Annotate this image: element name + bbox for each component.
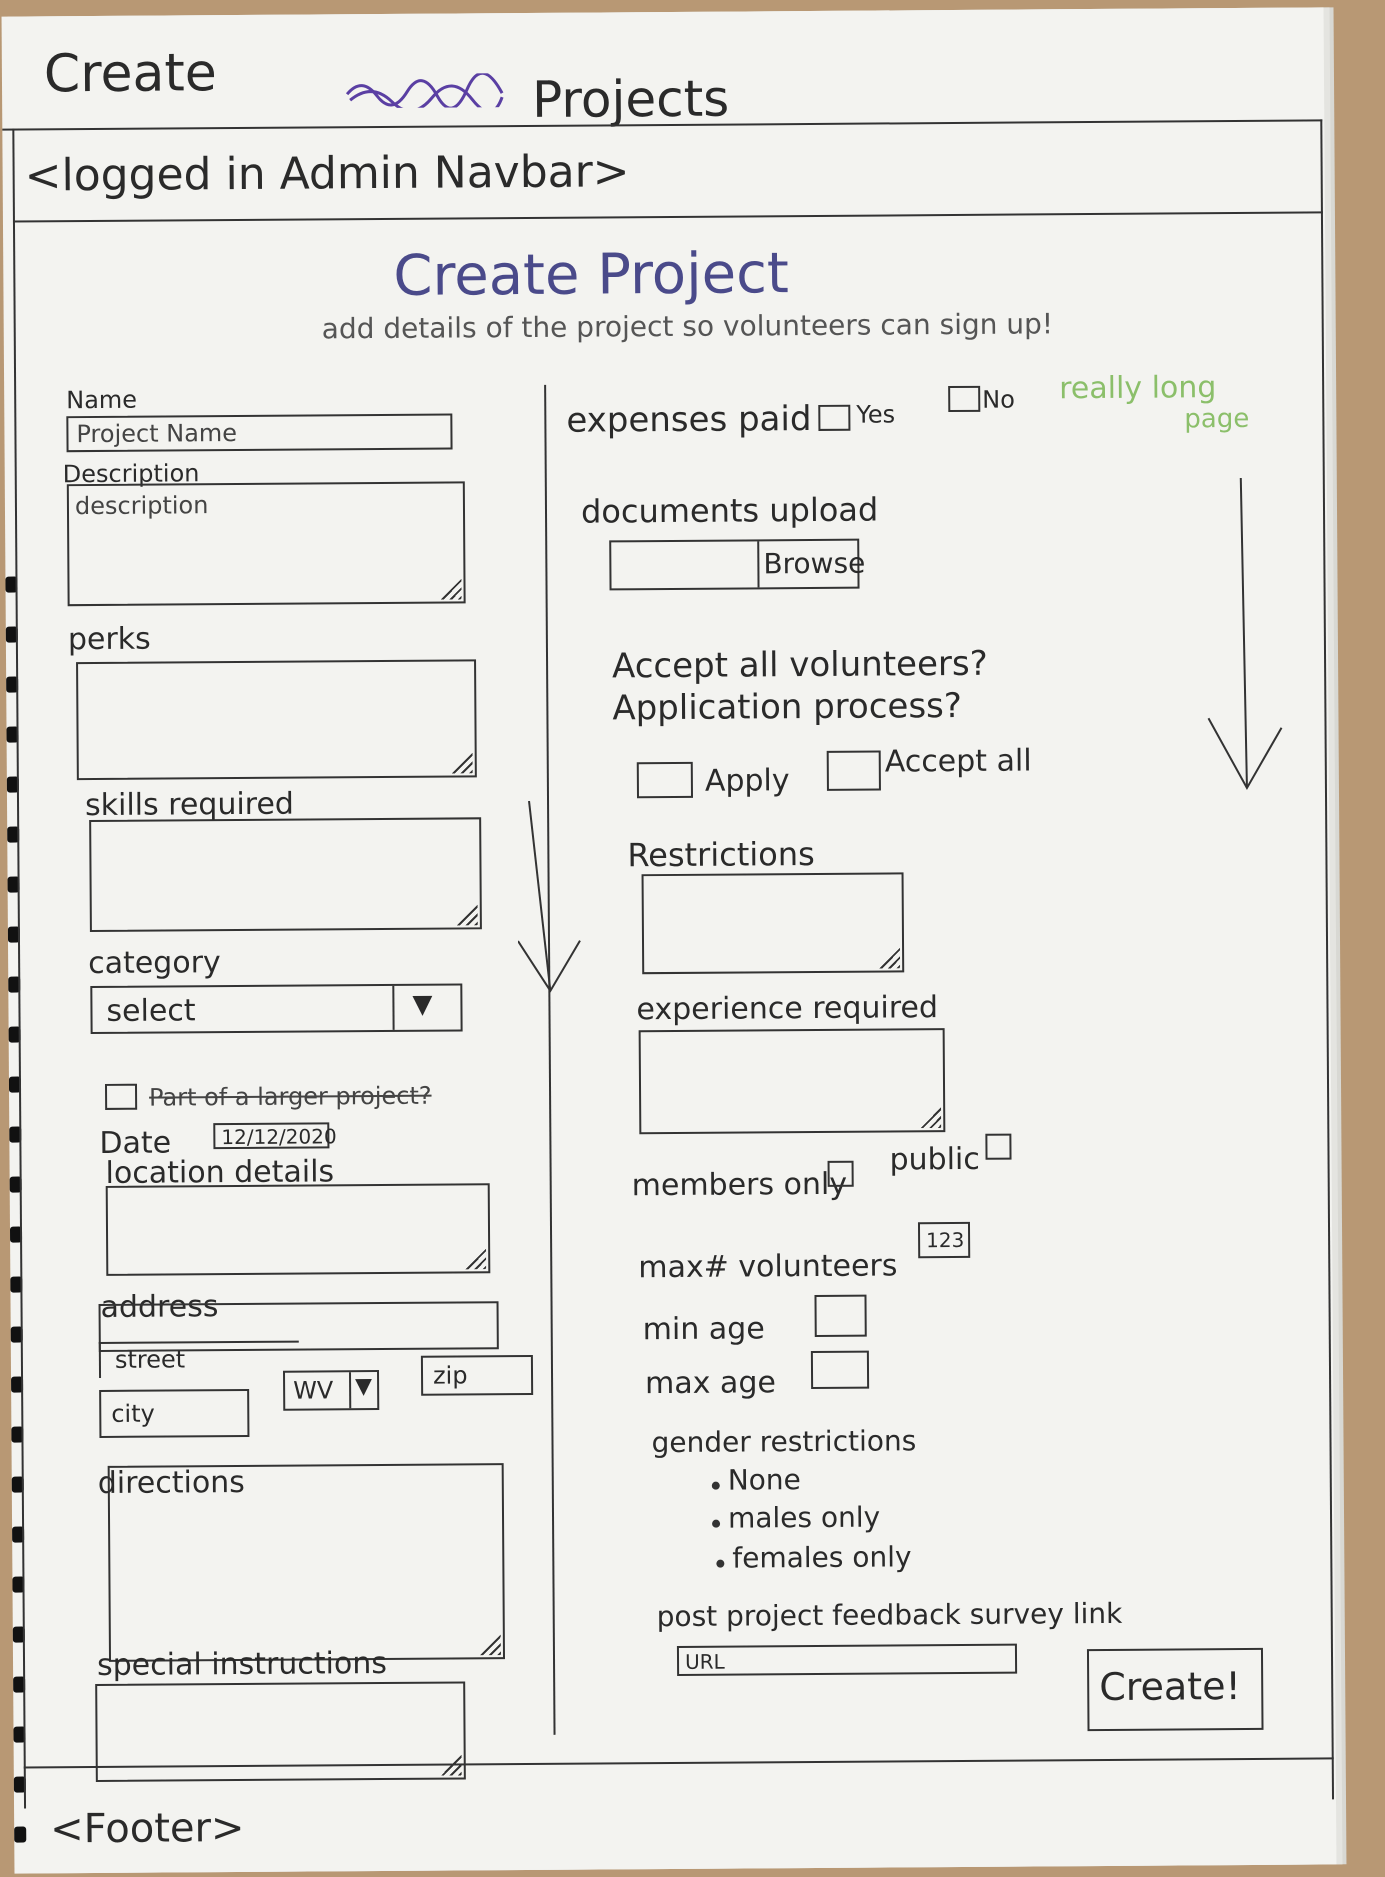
date-value: 12/12/2020 [221, 1124, 337, 1150]
apply-checkbox[interactable] [636, 761, 694, 799]
category-select[interactable]: select ▼ [90, 983, 463, 1035]
create-button-label: Create! [1099, 1664, 1241, 1710]
skills-label: skills required [84, 786, 295, 824]
max-volunteers-value: 123 [926, 1227, 965, 1253]
side-note-line2: page [1184, 403, 1250, 435]
restrictions-label: Restrictions [627, 834, 815, 875]
application-question: Application process? [612, 685, 962, 729]
scroll-down-arrow-icon [1205, 477, 1287, 803]
page-subtitle: add details of the project so volunteers… [321, 307, 1054, 346]
state-select[interactable]: WV ▼ [282, 1370, 380, 1411]
perks-label: perks [67, 621, 151, 658]
expenses-yes-checkbox[interactable] [818, 404, 851, 431]
public-checkbox[interactable] [985, 1133, 1012, 1160]
location-textarea[interactable] [105, 1183, 491, 1276]
sketch-paper: Create Projects <logged in Admin Navbar>… [1, 7, 1337, 1874]
resize-handle-icon[interactable] [447, 747, 473, 773]
max-volunteers-label: max# volunteers [638, 1248, 898, 1286]
zip-placeholder: zip [432, 1361, 468, 1390]
min-age-input[interactable] [814, 1294, 867, 1337]
description-textarea[interactable]: description [66, 481, 466, 607]
perks-textarea[interactable] [76, 659, 477, 781]
zip-input[interactable]: zip [420, 1354, 534, 1396]
max-age-input[interactable] [810, 1350, 870, 1390]
skills-textarea[interactable] [89, 817, 482, 933]
special-instructions-label: special instructions [96, 1645, 388, 1684]
members-only-label: members only [631, 1166, 848, 1204]
side-note-line1: really long [1059, 370, 1217, 407]
experience-textarea[interactable] [638, 1028, 946, 1135]
larger-project-label: Part of a larger project? [148, 1081, 432, 1112]
max-age-label: max age [644, 1365, 776, 1402]
page-title: Create Project [393, 241, 790, 309]
category-label: category [88, 945, 221, 982]
restrictions-textarea[interactable] [641, 872, 905, 975]
gender-label: gender restrictions [651, 1424, 917, 1460]
state-value: WV [293, 1376, 334, 1405]
expenses-label: expenses paid [566, 398, 812, 441]
accept-all-label: Accept all [884, 743, 1032, 780]
category-select-value: select [106, 993, 196, 1029]
date-input[interactable]: 12/12/2020 [213, 1122, 337, 1150]
navbar-placeholder: <logged in Admin Navbar> [14, 121, 1321, 220]
description-placeholder: description [74, 491, 209, 521]
gender-option-none[interactable]: None [711, 1463, 801, 1497]
browse-button[interactable]: Browse [763, 547, 865, 581]
feedback-url-input[interactable]: URL [676, 1643, 1018, 1676]
documents-label: documents upload [580, 490, 879, 531]
gender-option-label: males only [727, 1500, 881, 1535]
dropdown-arrow-icon[interactable]: ▼ [412, 990, 432, 1020]
name-label: Name [66, 385, 138, 415]
radio-bullet-icon[interactable] [711, 1481, 720, 1490]
scribble-mark [342, 71, 512, 114]
documents-file-input[interactable]: Browse [609, 538, 865, 591]
resize-handle-icon[interactable] [435, 573, 461, 599]
apply-label: Apply [704, 763, 790, 799]
resize-handle-icon[interactable] [915, 1102, 941, 1128]
gender-option-females[interactable]: females only [716, 1540, 912, 1575]
public-label: public [889, 1141, 980, 1178]
radio-bullet-icon[interactable] [712, 1519, 721, 1528]
gender-option-label: females only [732, 1540, 912, 1575]
min-age-label: min age [642, 1311, 765, 1348]
left-scroll-arrow-icon [517, 800, 588, 1005]
members-only-checkbox[interactable] [827, 1160, 854, 1187]
create-button[interactable]: Create! [1086, 1647, 1264, 1732]
feedback-label: post project feedback survey link [656, 1596, 1123, 1634]
project-name-input[interactable]: Project Name [66, 413, 453, 453]
project-name-placeholder: Project Name [76, 419, 238, 449]
accept-question: Accept all volunteers? [611, 643, 988, 687]
resize-handle-icon[interactable] [460, 1243, 486, 1269]
header-projects-word: Projects [531, 69, 730, 129]
gender-option-males[interactable]: males only [712, 1501, 880, 1535]
city-placeholder: city [111, 1399, 155, 1428]
gender-option-label: None [727, 1463, 801, 1497]
resize-handle-icon[interactable] [874, 942, 900, 968]
header-create-word: Create [43, 43, 217, 105]
url-placeholder: URL [684, 1649, 725, 1674]
resize-handle-icon[interactable] [475, 1629, 501, 1655]
radio-bullet-icon[interactable] [716, 1559, 725, 1568]
expenses-no-checkbox[interactable] [948, 385, 981, 413]
expenses-no-label: No [982, 385, 1015, 414]
accept-all-checkbox[interactable] [826, 750, 881, 791]
experience-label: experience required [636, 990, 939, 1028]
resize-handle-icon[interactable] [452, 899, 478, 925]
navbar-label: <logged in Admin Navbar> [24, 146, 630, 202]
directions-textarea[interactable] [107, 1463, 506, 1662]
expenses-yes-label: Yes [856, 400, 896, 429]
state-dropdown-icon[interactable]: ▼ [355, 1374, 372, 1399]
street-input[interactable]: street [98, 1340, 300, 1378]
street-placeholder: street [114, 1345, 186, 1374]
larger-project-checkbox[interactable] [104, 1083, 138, 1110]
max-volunteers-input[interactable]: 123 [917, 1221, 971, 1259]
city-input[interactable]: city [99, 1388, 250, 1438]
footer-label: <Footer> [50, 1804, 245, 1853]
